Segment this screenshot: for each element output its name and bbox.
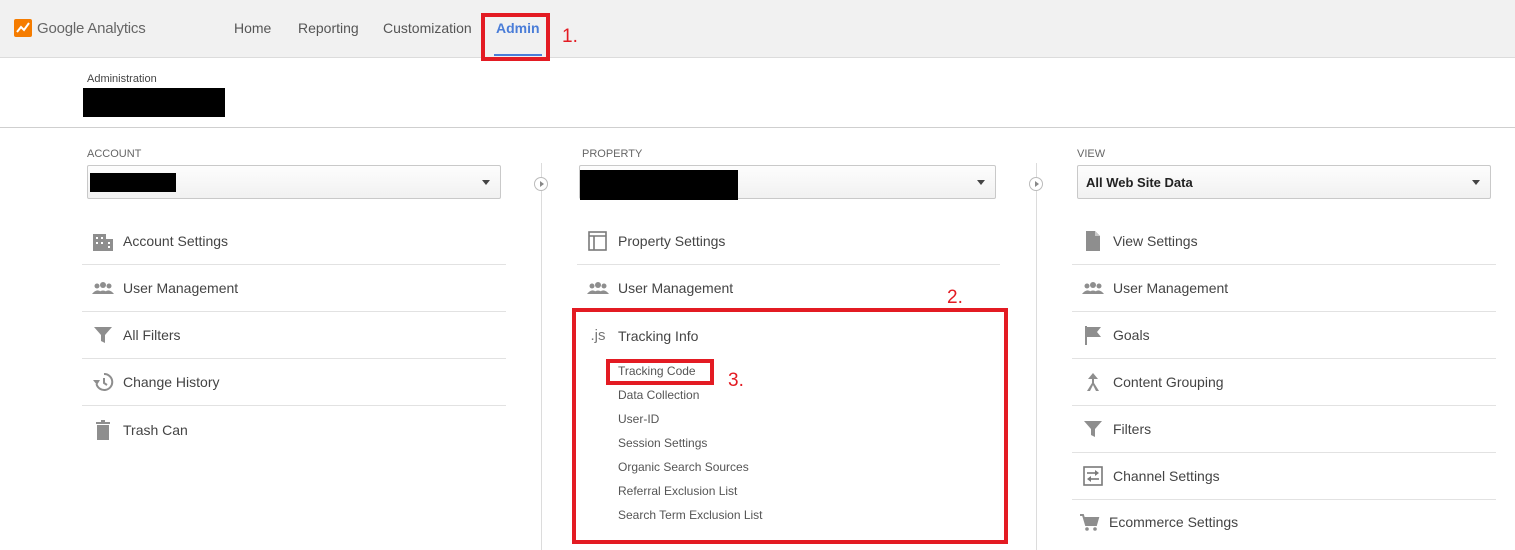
chevron-down-icon [482,180,490,185]
column-separator [1036,163,1037,550]
document-icon [1080,230,1106,252]
annotation-box-2 [572,308,1008,544]
menu-label: Content Grouping [1113,374,1224,390]
account-column-label: ACCOUNT [87,148,142,160]
menu-property-user-management[interactable]: User Management [577,265,1000,312]
annotation-number-1: 1. [562,26,578,47]
menu-ecommerce-settings[interactable]: Ecommerce Settings [1068,498,1496,545]
top-bar: Google Analytics Home Reporting Customiz… [0,0,1515,58]
annotation-box-3 [606,359,714,385]
arrow-right-icon [1029,177,1043,191]
layout-icon [585,230,611,252]
redacted-account-select-value [90,173,176,192]
account-select[interactable] [87,165,501,199]
property-column-label: PROPERTY [582,148,643,160]
chevron-down-icon [977,180,985,185]
menu-label: Account Settings [123,233,229,249]
view-column-label: VIEW [1077,148,1106,160]
menu-label: Goals [1113,327,1150,343]
menu-goals[interactable]: Goals [1072,312,1496,359]
ga-logo[interactable]: Google Analytics [14,18,146,38]
building-icon [90,230,116,252]
menu-change-history[interactable]: Change History [82,359,506,406]
menu-label: User Management [123,280,239,296]
menu-label: Ecommerce Settings [1109,513,1239,530]
menu-label: User Management [1113,280,1229,296]
redacted-property-select-value [580,170,738,200]
property-select[interactable] [579,165,996,200]
users-icon [90,277,116,299]
annotation-number-2: 2. [947,287,963,308]
nav-reporting[interactable]: Reporting [298,0,359,58]
redacted-account-name [83,88,225,117]
annotation-number-3: 3. [728,370,744,391]
menu-content-grouping[interactable]: Content Grouping [1072,359,1496,406]
menu-view-filters[interactable]: Filters [1072,406,1496,453]
annotation-box-1 [481,13,550,61]
users-icon [585,277,611,299]
trash-icon [90,419,116,441]
app-name: Google Analytics [37,19,146,37]
nav-customization[interactable]: Customization [383,0,472,58]
menu-label: User Management [618,280,734,296]
menu-label: All Filters [123,327,181,343]
menu-all-filters[interactable]: All Filters [82,312,506,359]
menu-account-settings[interactable]: Account Settings [82,218,506,265]
users-icon [1080,277,1106,299]
grouping-icon [1080,371,1106,393]
filter-icon [90,324,116,346]
arrow-right-icon [534,177,548,191]
menu-view-user-management[interactable]: User Management [1072,265,1496,312]
analytics-logo-icon [14,19,32,37]
menu-label: Trash Can [123,421,188,438]
view-select[interactable]: All Web Site Data [1077,165,1491,199]
menu-trash-can[interactable]: Trash Can [82,406,506,453]
menu-label: Channel Settings [1113,468,1220,484]
cart-icon [1076,511,1102,533]
column-separator [541,163,542,550]
menu-label: View Settings [1113,233,1198,249]
filter-icon [1080,418,1106,440]
flag-icon [1080,324,1106,346]
menu-label: Filters [1113,421,1152,437]
view-select-value: All Web Site Data [1086,175,1193,190]
menu-channel-settings[interactable]: Channel Settings [1072,453,1496,500]
menu-view-settings[interactable]: View Settings [1072,218,1496,265]
chevron-down-icon [1472,180,1480,185]
nav-home[interactable]: Home [234,0,271,58]
menu-property-settings[interactable]: Property Settings [577,218,1000,265]
header-divider [0,127,1515,128]
history-icon [90,371,116,393]
menu-label: Change History [123,374,220,390]
menu-label: Property Settings [618,233,726,249]
menu-account-user-management[interactable]: User Management [82,265,506,312]
administration-label: Administration [87,73,157,85]
channel-icon [1080,465,1106,487]
